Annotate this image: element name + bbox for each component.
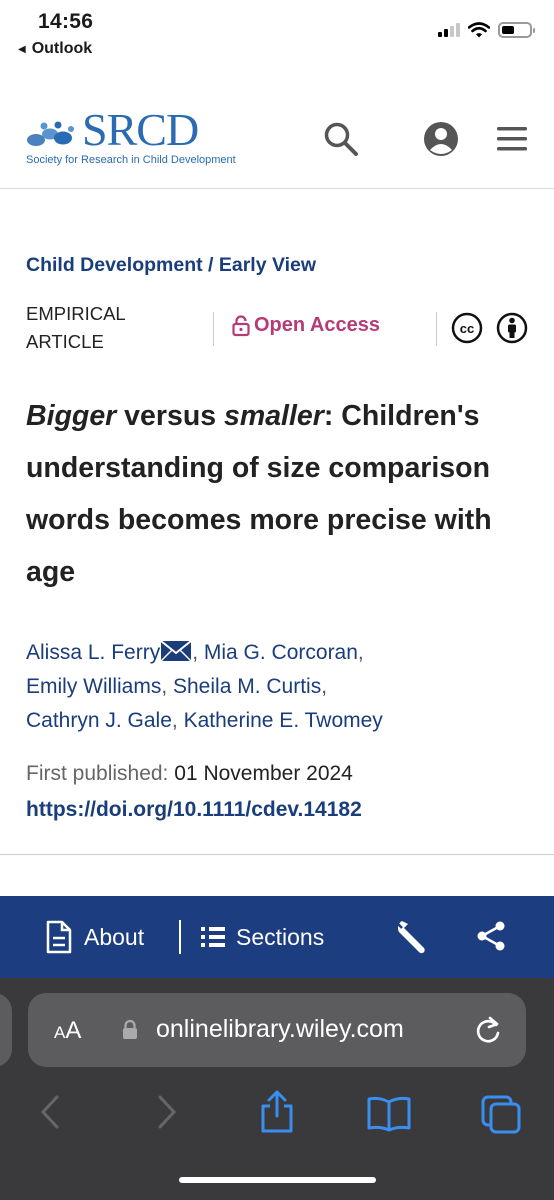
menu-icon[interactable] bbox=[495, 124, 529, 154]
back-to-app-link[interactable]: ◀ Outlook bbox=[18, 40, 92, 58]
attribution-icon[interactable] bbox=[496, 312, 528, 344]
browser-nav-row bbox=[0, 1090, 554, 1150]
article-type: EMPIRICAL ARTICLE bbox=[26, 300, 126, 356]
bookmarks-icon[interactable] bbox=[366, 1096, 412, 1132]
home-indicator bbox=[179, 1177, 376, 1183]
forward-icon[interactable] bbox=[155, 1094, 179, 1130]
browser-chrome: AA onlinelibrary.wiley.com bbox=[0, 978, 554, 1200]
logo-subtitle: Society for Research in Child Developmen… bbox=[26, 154, 236, 166]
meta-divider bbox=[213, 312, 214, 346]
open-access-label: Open Access bbox=[254, 314, 380, 336]
back-app-label: Outlook bbox=[31, 40, 93, 57]
reload-icon[interactable] bbox=[474, 1015, 502, 1045]
author-link[interactable]: Emily Williams bbox=[26, 675, 161, 698]
share-icon[interactable] bbox=[475, 920, 507, 952]
wifi-icon bbox=[468, 22, 490, 38]
cellular-signal-icon bbox=[438, 23, 460, 37]
content-divider bbox=[0, 854, 554, 855]
tabs-icon[interactable] bbox=[480, 1094, 522, 1134]
title-italic-2: smaller bbox=[224, 400, 324, 432]
lock-icon bbox=[123, 1019, 137, 1039]
reader-options-button[interactable]: AA bbox=[54, 1017, 81, 1045]
status-bar: 14:56 ◀ Outlook bbox=[0, 0, 554, 70]
author-link[interactable]: Katherine E. Twomey bbox=[184, 709, 383, 732]
wrench-icon[interactable] bbox=[394, 918, 432, 956]
author-list: Alissa L. Ferry , Mia G. Corcoran, Emily… bbox=[26, 640, 383, 732]
url-text: onlinelibrary.wiley.com bbox=[156, 1015, 404, 1043]
site-header: SRCD Society for Research in Child Devel… bbox=[0, 70, 554, 189]
about-button[interactable]: About bbox=[44, 896, 144, 978]
previous-tab-edge[interactable] bbox=[0, 993, 12, 1067]
srcd-logo[interactable]: SRCD Society for Research in Child Devel… bbox=[26, 104, 236, 167]
article-meta-row: EMPIRICAL ARTICLE Open Access cc bbox=[26, 300, 536, 356]
document-icon bbox=[46, 920, 72, 954]
aa-small: A bbox=[54, 1023, 66, 1042]
creative-commons-icon[interactable]: cc bbox=[451, 312, 483, 344]
lock-icon bbox=[232, 314, 250, 336]
system-icons bbox=[438, 22, 535, 38]
first-published-date: 01 November 2024 bbox=[174, 762, 353, 785]
author-link[interactable]: Alissa L. Ferry bbox=[26, 641, 160, 664]
article-title: Bigger versus smaller: Children's unders… bbox=[26, 390, 526, 598]
sections-button[interactable]: Sections bbox=[200, 896, 324, 978]
back-icon[interactable] bbox=[38, 1094, 62, 1130]
author-link[interactable]: Mia G. Corcoran bbox=[204, 641, 358, 664]
open-access-badge[interactable]: Open Access bbox=[232, 314, 380, 337]
address-bar[interactable]: AA onlinelibrary.wiley.com bbox=[28, 993, 526, 1067]
article-toolbar: About Sections bbox=[0, 896, 554, 978]
logo-text: SRCD bbox=[82, 104, 199, 155]
first-published: First published: 01 November 2024 bbox=[26, 762, 353, 786]
toolbar-divider bbox=[179, 920, 181, 954]
meta-divider-2 bbox=[436, 312, 437, 346]
author-link[interactable]: Cathryn J. Gale bbox=[26, 709, 172, 732]
article-type-line1: EMPIRICAL bbox=[26, 303, 126, 324]
title-italic-1: Bigger bbox=[26, 400, 117, 432]
mail-icon[interactable] bbox=[160, 640, 192, 662]
search-icon[interactable] bbox=[322, 120, 360, 158]
article-type-line2: ARTICLE bbox=[26, 331, 104, 352]
status-time: 14:56 bbox=[38, 10, 94, 33]
sections-label: Sections bbox=[236, 923, 325, 950]
svg-text:cc: cc bbox=[460, 321, 474, 336]
doi-link[interactable]: https://doi.org/10.1111/cdev.14182 bbox=[26, 798, 362, 822]
title-part-2: versus bbox=[116, 400, 225, 432]
battery-icon bbox=[498, 22, 535, 38]
first-published-label: First published: bbox=[26, 762, 169, 785]
back-triangle-icon: ◀ bbox=[18, 43, 26, 55]
about-label: About bbox=[84, 923, 145, 950]
srcd-logo-mark-icon bbox=[27, 121, 74, 146]
list-icon bbox=[201, 927, 225, 947]
breadcrumb[interactable]: Child Development / Early View bbox=[26, 254, 316, 277]
aa-large: A bbox=[65, 1017, 82, 1044]
share-sheet-icon[interactable] bbox=[258, 1090, 296, 1134]
author-link[interactable]: Sheila M. Curtis bbox=[173, 675, 321, 698]
account-icon[interactable] bbox=[422, 120, 460, 158]
